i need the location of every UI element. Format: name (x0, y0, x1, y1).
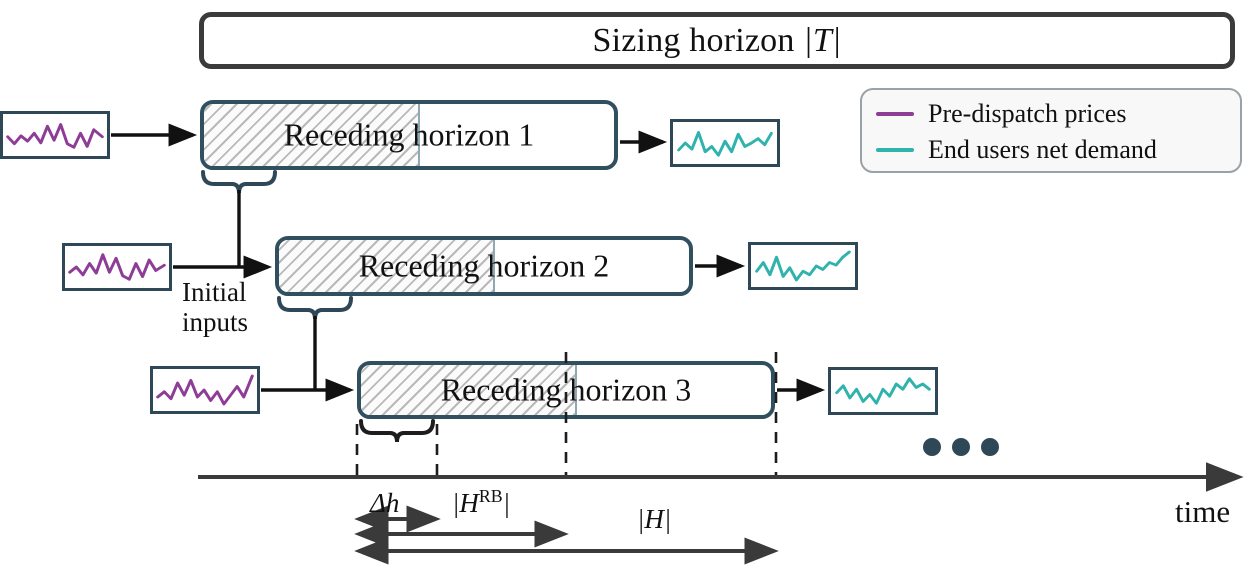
span-label-h-rb-base: |H (452, 488, 479, 518)
continuation-dots-icon (923, 438, 999, 456)
diagram-canvas: Sizing horizon |T| Pre-dispatch prices E… (0, 0, 1253, 571)
time-axis-label-text: time (1175, 494, 1231, 529)
brace-connector-3 (359, 419, 435, 443)
span-label-delta-h: Δh (370, 488, 400, 518)
brace-connector-1 (201, 170, 277, 267)
timeline-dashed-ticks (355, 352, 778, 477)
initial-inputs-label: Initial inputs (182, 277, 248, 337)
span-label-h-rb-superscript: RB (478, 486, 503, 506)
brace-connector-2 (277, 296, 353, 390)
initial-inputs-line-2: inputs (182, 307, 249, 338)
span-label-h-total-text: |H| (637, 504, 672, 534)
time-axis-label: time (1175, 494, 1230, 530)
span-label-h-rb-close: | (502, 488, 511, 518)
span-label-h-rb: |HRB| (452, 486, 511, 518)
initial-inputs-line-1: Initial (182, 277, 247, 307)
span-label-h-total: |H| (637, 504, 672, 534)
span-label-delta-h-text: Δh (370, 488, 400, 518)
